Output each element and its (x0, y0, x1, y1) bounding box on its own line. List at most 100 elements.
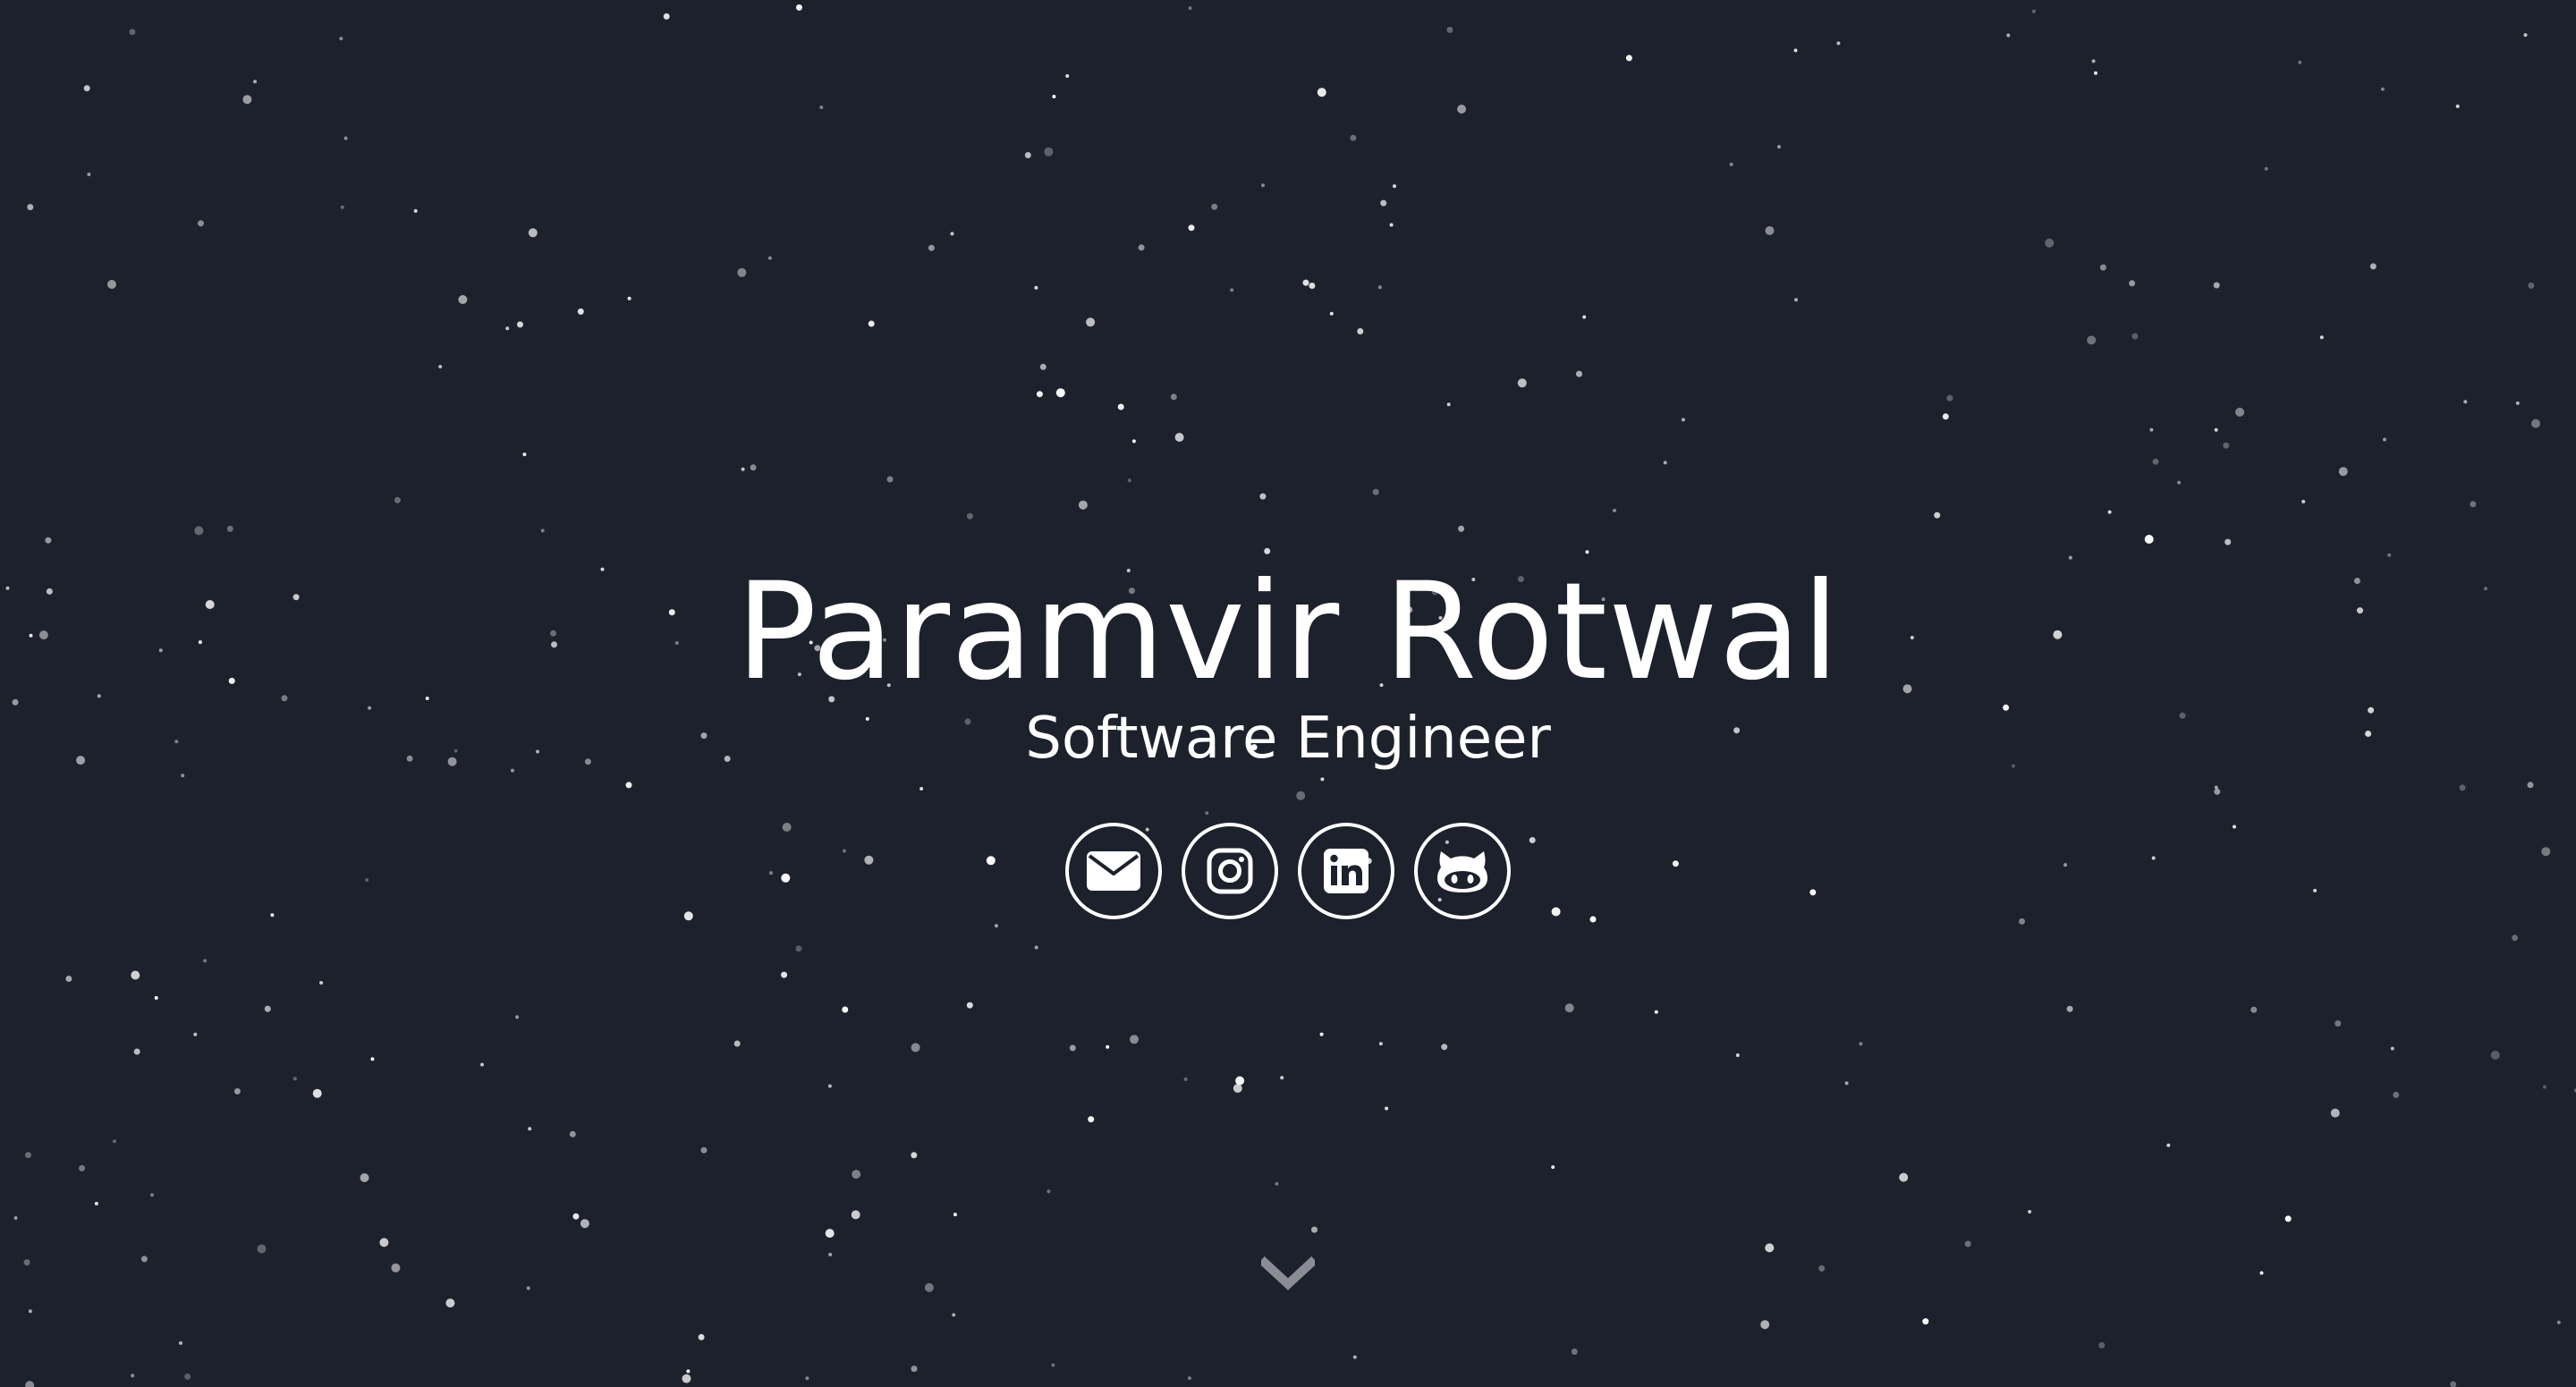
social-links (0, 823, 2576, 919)
star (203, 959, 208, 963)
star (129, 29, 136, 36)
star (2556, 1320, 2561, 1324)
star (1765, 1243, 1775, 1253)
star (343, 136, 348, 140)
star (2031, 9, 2036, 13)
star (1899, 1172, 1909, 1182)
star (2393, 1091, 2400, 1098)
star (2149, 427, 2154, 432)
star (2330, 1108, 2340, 1118)
star (1086, 317, 1096, 327)
star (911, 1152, 918, 1159)
github-icon (1437, 851, 1487, 892)
star (1393, 184, 1396, 189)
star (1818, 1264, 1826, 1272)
star (28, 1309, 32, 1314)
star (1078, 500, 1088, 510)
star (140, 1256, 148, 1263)
star (360, 1173, 369, 1182)
star (1571, 1349, 1578, 1355)
star (1446, 402, 1451, 407)
star (391, 1263, 401, 1273)
star (2259, 1271, 2264, 1275)
star (1275, 1181, 1279, 1186)
star (528, 1127, 532, 1131)
star (2334, 1020, 2342, 1027)
star (1922, 1318, 1929, 1325)
star (886, 476, 894, 483)
star (698, 1333, 705, 1340)
star (1055, 388, 1065, 398)
star (868, 320, 875, 327)
linkedin-link[interactable] (1298, 823, 1394, 919)
star (2490, 1050, 2500, 1060)
star (413, 208, 418, 213)
star (1230, 288, 1234, 292)
star (1187, 1376, 1191, 1381)
star (950, 232, 954, 236)
star (928, 244, 935, 251)
star (257, 1244, 267, 1254)
email-link[interactable] (1065, 823, 1162, 919)
star (194, 526, 204, 536)
star (94, 1201, 98, 1205)
star (340, 205, 344, 209)
star (1457, 105, 1467, 114)
star (2380, 87, 2385, 91)
star (2091, 59, 2096, 63)
star (2028, 1210, 2032, 1214)
star (2301, 499, 2306, 503)
star (1517, 378, 1527, 388)
star (131, 970, 140, 980)
star (2235, 407, 2245, 417)
star (1964, 1240, 1971, 1247)
star (226, 525, 233, 532)
star (1127, 478, 1131, 483)
star (23, 1259, 30, 1266)
star (911, 1043, 920, 1053)
star (1934, 512, 1941, 519)
star (1377, 285, 1382, 290)
star (577, 308, 584, 315)
star (2463, 400, 2468, 404)
star (2543, 1085, 2546, 1089)
star (113, 1139, 116, 1144)
star (1051, 1363, 1055, 1367)
star (825, 1229, 835, 1239)
star (1372, 488, 1379, 495)
page-title: Paramvir Rotwal (735, 554, 1841, 710)
star (528, 228, 538, 238)
star (2390, 1046, 2394, 1051)
star (966, 512, 973, 520)
star (1188, 6, 1192, 11)
star (2523, 33, 2528, 38)
star (682, 1374, 691, 1383)
star (1793, 48, 1798, 53)
star (2107, 510, 2112, 514)
github-link[interactable] (1414, 823, 1511, 919)
star (1735, 1053, 1740, 1057)
instagram-link[interactable] (1182, 823, 1278, 919)
star (1069, 1044, 1076, 1052)
star (25, 1152, 31, 1159)
star (1729, 162, 1733, 166)
star (458, 295, 468, 304)
star (569, 1130, 576, 1138)
star (1585, 550, 1589, 554)
scroll-down-chevron-icon[interactable] (1261, 1254, 1315, 1298)
star (1034, 945, 1038, 950)
star (1582, 315, 1587, 319)
star (339, 37, 343, 41)
star (1576, 370, 1582, 377)
star (505, 326, 510, 331)
star (2264, 166, 2268, 171)
star (767, 256, 772, 260)
star (572, 1213, 580, 1220)
star (2087, 335, 2097, 345)
star (1052, 95, 1056, 98)
star (1446, 26, 1453, 33)
star (1036, 391, 1043, 398)
star (1311, 1226, 1318, 1233)
mail-icon (1087, 851, 1140, 891)
star (1836, 41, 1841, 46)
